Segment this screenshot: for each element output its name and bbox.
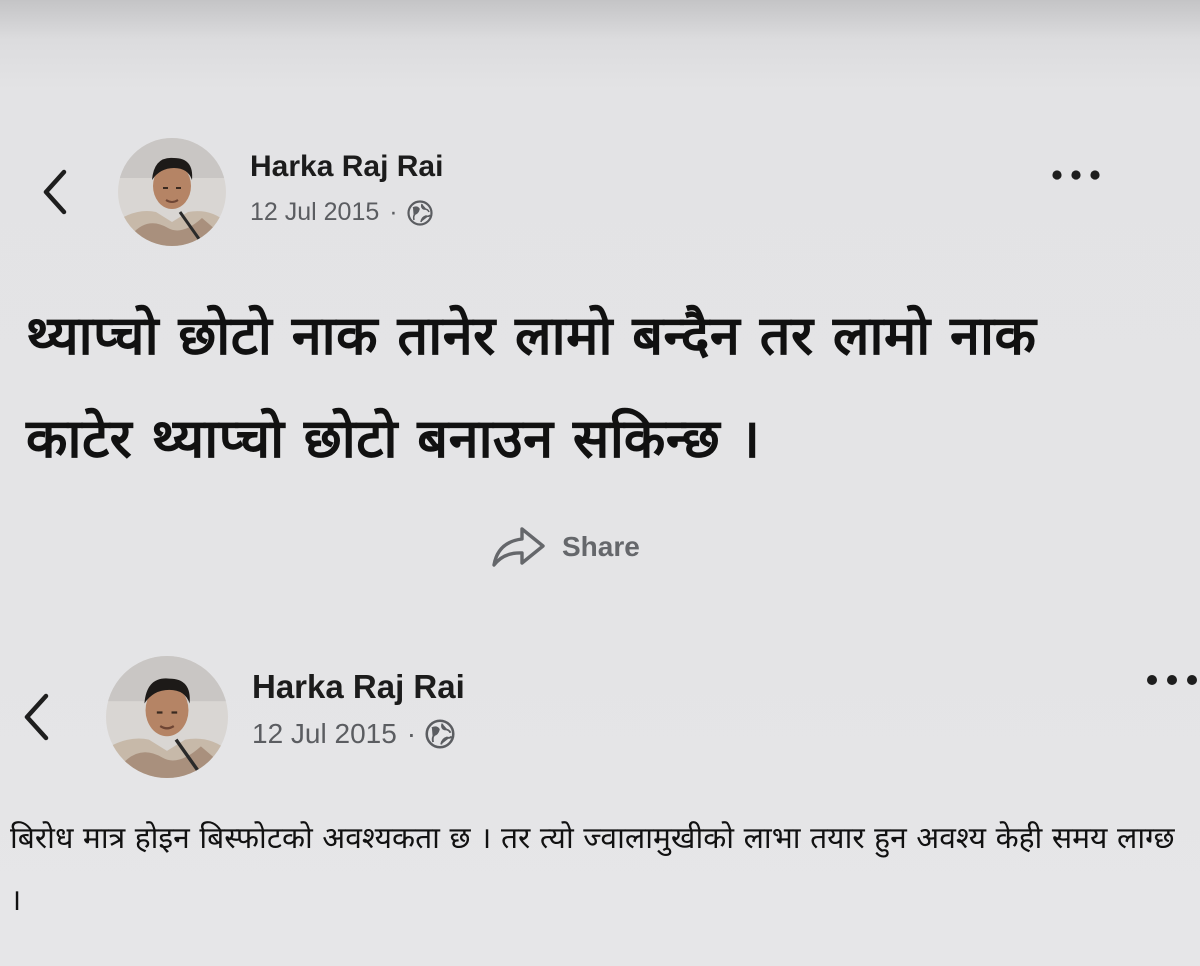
post-text: थ्याप्चो छोटो नाक तानेर लामो बन्दैन तर ल…	[26, 304, 1037, 470]
post-text: बिरोध मात्र होइन बिस्फोटको अवश्यकता छ । …	[10, 821, 1175, 918]
share-button[interactable]: Share	[490, 524, 640, 570]
meta-separator: ·	[406, 718, 417, 749]
post-meta: 12 Jul 2015 ·	[252, 718, 455, 750]
post-meta: 12 Jul 2015 ·	[250, 198, 433, 227]
chevron-left-icon[interactable]	[20, 692, 52, 742]
avatar[interactable]	[118, 138, 226, 246]
author-name[interactable]: Harka Raj Rai	[252, 668, 465, 706]
post-date[interactable]: 12 Jul 2015	[250, 198, 379, 227]
share-arrow-icon	[492, 527, 545, 567]
avatar[interactable]	[106, 656, 228, 778]
chevron-left-icon[interactable]	[40, 168, 70, 216]
more-horizontal-icon[interactable]	[1144, 670, 1200, 690]
share-label: Share	[562, 531, 640, 562]
post-card: Harka Raj Rai 12 Jul 2015 · बिरोध मात्र …	[0, 620, 1200, 966]
post-date[interactable]: 12 Jul 2015	[252, 718, 397, 750]
author-name[interactable]: Harka Raj Rai	[250, 150, 443, 184]
meta-separator: ·	[389, 198, 398, 226]
globe-icon	[407, 199, 433, 226]
post-card: Harka Raj Rai 12 Jul 2015 · थ्याप्चो छोट…	[0, 0, 1200, 620]
globe-icon	[425, 719, 455, 749]
more-horizontal-icon[interactable]	[1050, 166, 1104, 184]
